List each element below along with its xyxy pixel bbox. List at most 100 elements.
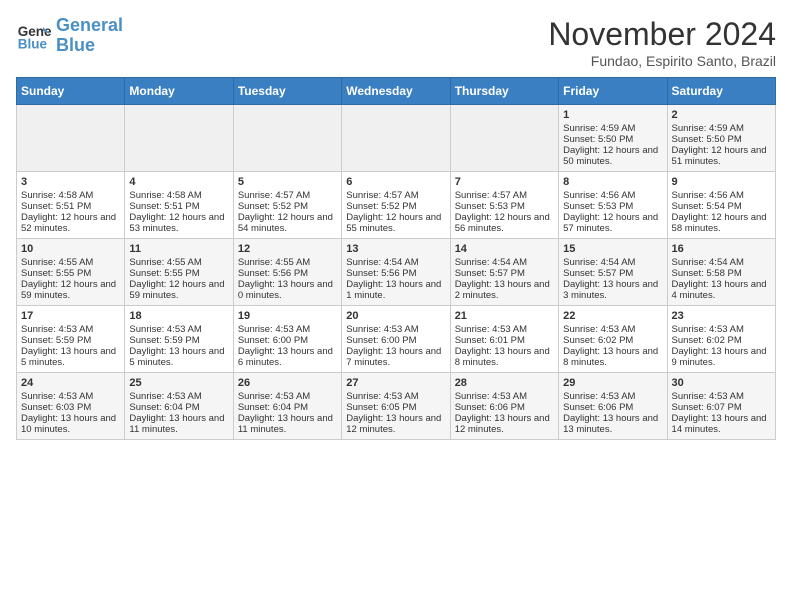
weekday-header-monday: Monday bbox=[125, 78, 233, 105]
calendar-cell: 11 Sunrise: 4:55 AMSunset: 5:55 PMDayligh… bbox=[125, 239, 233, 306]
day-number: 13 bbox=[346, 243, 445, 255]
day-number: 22 bbox=[563, 310, 662, 322]
day-number: 18 bbox=[129, 310, 228, 322]
calendar-cell: 27Sunrise: 4:53 AMSunset: 6:05 PMDayligh… bbox=[342, 373, 450, 440]
day-info: Sunrise: 4:53 AMSunset: 6:02 PMDaylight:… bbox=[672, 324, 767, 368]
calendar-cell: 1 Sunrise: 4:59 AMSunset: 5:50 PMDaylight… bbox=[559, 105, 667, 172]
calendar-cell: 23 Sunrise: 4:53 AMSunset: 6:02 PMDayligh… bbox=[667, 306, 775, 373]
day-number: 3 bbox=[21, 176, 120, 188]
day-info: Sunrise: 4:53 AMSunset: 6:05 PMDaylight:… bbox=[346, 391, 441, 435]
calendar-cell: 6 Sunrise: 4:57 AMSunset: 5:52 PMDaylight… bbox=[342, 172, 450, 239]
calendar-cell: 26 Sunrise: 4:53 AMSunset: 6:04 PMDayligh… bbox=[233, 373, 341, 440]
weekday-header-tuesday: Tuesday bbox=[233, 78, 341, 105]
calendar-cell: 15 Sunrise: 4:54 AMSunset: 5:57 PMDayligh… bbox=[559, 239, 667, 306]
calendar-cell: 3 Sunrise: 4:58 AMSunset: 5:51 PMDaylight… bbox=[17, 172, 125, 239]
day-info: Sunrise: 4:53 AMSunset: 5:59 PMDaylight:… bbox=[129, 324, 224, 368]
calendar-cell: 24 Sunrise: 4:53 AMSunset: 6:03 PMDayligh… bbox=[17, 373, 125, 440]
day-info: Sunrise: 4:58 AMSunset: 5:51 PMDaylight:… bbox=[21, 190, 116, 234]
day-info: Sunrise: 4:54 AMSunset: 5:57 PMDaylight:… bbox=[455, 257, 550, 301]
day-number: 15 bbox=[563, 243, 662, 255]
weekday-header-saturday: Saturday bbox=[667, 78, 775, 105]
calendar-cell: 17 Sunrise: 4:53 AMSunset: 5:59 PMDayligh… bbox=[17, 306, 125, 373]
day-number: 16 bbox=[672, 243, 771, 255]
weekday-header-wednesday: Wednesday bbox=[342, 78, 450, 105]
calendar-cell: 4 Sunrise: 4:58 AMSunset: 5:51 PMDaylight… bbox=[125, 172, 233, 239]
calendar-cell: 18 Sunrise: 4:53 AMSunset: 5:59 PMDayligh… bbox=[125, 306, 233, 373]
day-number: 1 bbox=[563, 109, 662, 121]
calendar-cell bbox=[233, 105, 341, 172]
day-info: Sunrise: 4:57 AMSunset: 5:53 PMDaylight:… bbox=[455, 190, 550, 234]
day-number: 7 bbox=[455, 176, 554, 188]
day-info: Sunrise: 4:54 AMSunset: 5:56 PMDaylight:… bbox=[346, 257, 441, 301]
day-number: 28 bbox=[455, 377, 554, 389]
day-info: Sunrise: 4:53 AMSunset: 5:59 PMDaylight:… bbox=[21, 324, 116, 368]
month-title: November 2024 bbox=[548, 16, 776, 53]
day-number: 29 bbox=[563, 377, 662, 389]
day-number: 6 bbox=[346, 176, 445, 188]
day-number: 25 bbox=[129, 377, 228, 389]
calendar-cell: 12 Sunrise: 4:55 AMSunset: 5:56 PMDayligh… bbox=[233, 239, 341, 306]
calendar-cell: 25 Sunrise: 4:53 AMSunset: 6:04 PMDayligh… bbox=[125, 373, 233, 440]
calendar-cell bbox=[450, 105, 558, 172]
day-info: Sunrise: 4:53 AMSunset: 6:03 PMDaylight:… bbox=[21, 391, 116, 435]
calendar-cell bbox=[342, 105, 450, 172]
calendar-cell: 9Sunrise: 4:56 AMSunset: 5:54 PMDaylight… bbox=[667, 172, 775, 239]
day-info: Sunrise: 4:59 AMSunset: 5:50 PMDaylight:… bbox=[672, 123, 767, 167]
day-info: Sunrise: 4:53 AMSunset: 6:01 PMDaylight:… bbox=[455, 324, 550, 368]
day-info: Sunrise: 4:56 AMSunset: 5:53 PMDaylight:… bbox=[563, 190, 658, 234]
day-info: Sunrise: 4:55 AMSunset: 5:55 PMDaylight:… bbox=[129, 257, 224, 301]
calendar-week-row: 24 Sunrise: 4:53 AMSunset: 6:03 PMDayligh… bbox=[17, 373, 776, 440]
day-number: 23 bbox=[672, 310, 771, 322]
logo-text: GeneralBlue bbox=[56, 16, 123, 56]
day-number: 24 bbox=[21, 377, 120, 389]
calendar-cell: 5 Sunrise: 4:57 AMSunset: 5:52 PMDaylight… bbox=[233, 172, 341, 239]
calendar-cell: 16Sunrise: 4:54 AMSunset: 5:58 PMDayligh… bbox=[667, 239, 775, 306]
day-number: 19 bbox=[238, 310, 337, 322]
svg-text:Blue: Blue bbox=[18, 36, 48, 51]
day-info: Sunrise: 4:57 AMSunset: 5:52 PMDaylight:… bbox=[346, 190, 441, 234]
calendar-cell: 29Sunrise: 4:53 AMSunset: 6:06 PMDayligh… bbox=[559, 373, 667, 440]
day-number: 10 bbox=[21, 243, 120, 255]
day-info: Sunrise: 4:53 AMSunset: 6:04 PMDaylight:… bbox=[238, 391, 333, 435]
day-number: 17 bbox=[21, 310, 120, 322]
weekday-header-sunday: Sunday bbox=[17, 78, 125, 105]
calendar-header: SundayMondayTuesdayWednesdayThursdayFrid… bbox=[17, 78, 776, 105]
weekday-header-thursday: Thursday bbox=[450, 78, 558, 105]
day-info: Sunrise: 4:55 AMSunset: 5:55 PMDaylight:… bbox=[21, 257, 116, 301]
day-info: Sunrise: 4:58 AMSunset: 5:51 PMDaylight:… bbox=[129, 190, 224, 234]
day-number: 14 bbox=[455, 243, 554, 255]
calendar-body: 1 Sunrise: 4:59 AMSunset: 5:50 PMDaylight… bbox=[17, 105, 776, 440]
day-info: Sunrise: 4:57 AMSunset: 5:52 PMDaylight:… bbox=[238, 190, 333, 234]
day-number: 11 bbox=[129, 243, 228, 255]
day-info: Sunrise: 4:55 AMSunset: 5:56 PMDaylight:… bbox=[238, 257, 333, 301]
location-subtitle: Fundao, Espirito Santo, Brazil bbox=[548, 53, 776, 69]
day-info: Sunrise: 4:53 AMSunset: 6:04 PMDaylight:… bbox=[129, 391, 224, 435]
weekday-header-friday: Friday bbox=[559, 78, 667, 105]
day-number: 8 bbox=[563, 176, 662, 188]
day-number: 12 bbox=[238, 243, 337, 255]
day-info: Sunrise: 4:56 AMSunset: 5:54 PMDaylight:… bbox=[672, 190, 767, 234]
day-info: Sunrise: 4:54 AMSunset: 5:57 PMDaylight:… bbox=[563, 257, 658, 301]
calendar-cell bbox=[125, 105, 233, 172]
calendar-week-row: 17 Sunrise: 4:53 AMSunset: 5:59 PMDayligh… bbox=[17, 306, 776, 373]
day-number: 5 bbox=[238, 176, 337, 188]
weekday-header-row: SundayMondayTuesdayWednesdayThursdayFrid… bbox=[17, 78, 776, 105]
calendar-cell: 19Sunrise: 4:53 AMSunset: 6:00 PMDayligh… bbox=[233, 306, 341, 373]
day-info: Sunrise: 4:53 AMSunset: 6:07 PMDaylight:… bbox=[672, 391, 767, 435]
day-number: 4 bbox=[129, 176, 228, 188]
day-info: Sunrise: 4:53 AMSunset: 6:02 PMDaylight:… bbox=[563, 324, 658, 368]
page-header: General Blue GeneralBlue November 2024 F… bbox=[16, 16, 776, 69]
calendar-cell: 30 Sunrise: 4:53 AMSunset: 6:07 PMDayligh… bbox=[667, 373, 775, 440]
day-number: 26 bbox=[238, 377, 337, 389]
day-number: 30 bbox=[672, 377, 771, 389]
day-info: Sunrise: 4:53 AMSunset: 6:00 PMDaylight:… bbox=[346, 324, 441, 368]
day-number: 21 bbox=[455, 310, 554, 322]
title-block: November 2024 Fundao, Espirito Santo, Br… bbox=[548, 16, 776, 69]
day-info: Sunrise: 4:53 AMSunset: 6:06 PMDaylight:… bbox=[455, 391, 550, 435]
day-info: Sunrise: 4:59 AMSunset: 5:50 PMDaylight:… bbox=[563, 123, 658, 167]
calendar-cell: 7 Sunrise: 4:57 AMSunset: 5:53 PMDaylight… bbox=[450, 172, 558, 239]
calendar-cell: 13 Sunrise: 4:54 AMSunset: 5:56 PMDayligh… bbox=[342, 239, 450, 306]
calendar-cell: 21 Sunrise: 4:53 AMSunset: 6:01 PMDayligh… bbox=[450, 306, 558, 373]
calendar-cell: 8 Sunrise: 4:56 AMSunset: 5:53 PMDaylight… bbox=[559, 172, 667, 239]
calendar-cell: 22 Sunrise: 4:53 AMSunset: 6:02 PMDayligh… bbox=[559, 306, 667, 373]
